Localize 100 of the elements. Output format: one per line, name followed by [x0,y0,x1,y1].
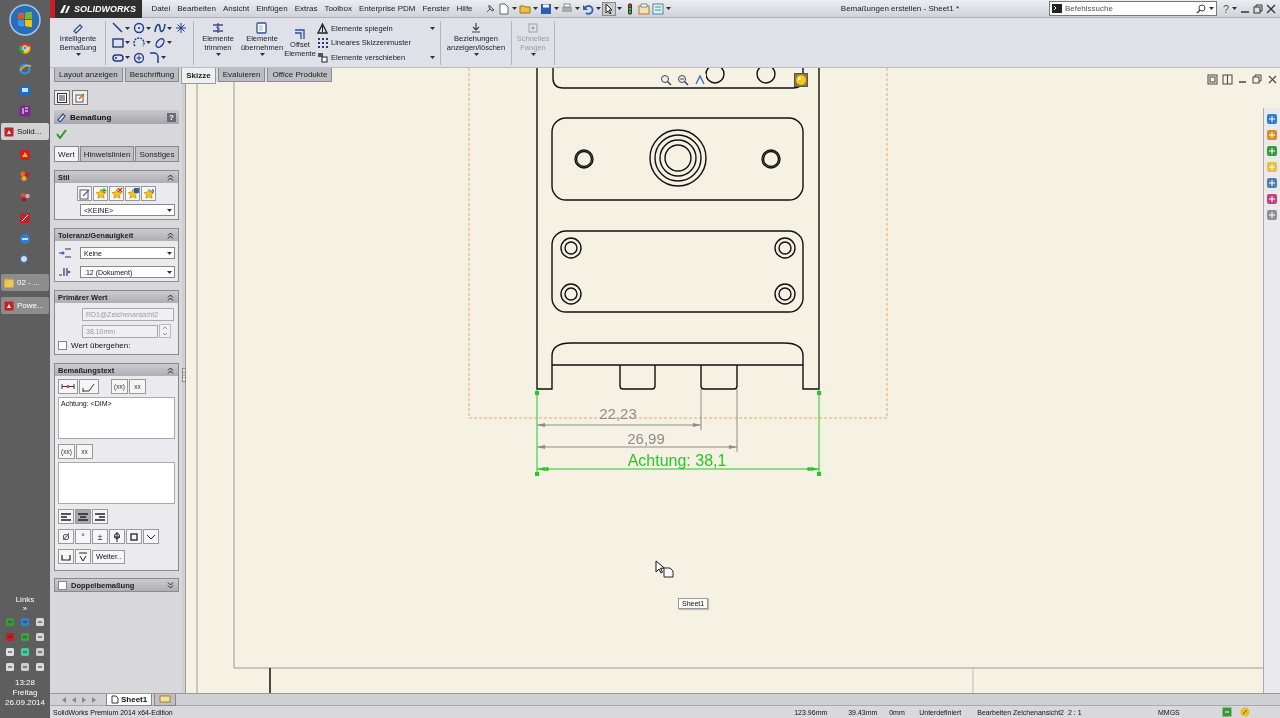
tray-icon[interactable] [35,662,45,672]
zoom-icon[interactable] [677,74,689,86]
search-icon[interactable] [1195,3,1206,14]
symbol-button[interactable] [143,529,159,544]
expand-icon[interactable] [167,581,174,589]
start-button[interactable] [9,4,41,36]
caret-icon[interactable] [146,41,151,45]
app-icon[interactable] [19,149,31,161]
menu-item[interactable]: Hilfe [453,4,477,13]
style-button[interactable] [109,186,124,201]
align-button[interactable] [75,509,91,524]
help-button[interactable]: ? [167,112,176,122]
symbol-button[interactable]: ± [92,529,108,544]
caret-icon[interactable] [167,270,172,274]
caret-icon[interactable] [75,53,81,56]
caret-icon[interactable] [430,56,435,60]
symbol-button[interactable]: ° [75,529,91,544]
task-pane-tab-icon[interactable] [1266,177,1278,189]
dimension-line[interactable] [536,388,702,431]
caret-icon[interactable] [512,7,518,10]
search-icon[interactable] [19,254,31,266]
menu-item[interactable]: Bearbeiten [173,4,220,13]
restore-icon[interactable] [1253,3,1263,14]
caret-icon[interactable] [596,7,602,10]
caret-icon[interactable] [167,251,172,255]
slot-icon[interactable] [112,51,124,64]
collapse-icon[interactable] [167,231,174,239]
tray-icon[interactable] [5,647,15,657]
caret-icon[interactable] [666,7,672,10]
app-icon[interactable] [19,233,31,245]
arc-icon[interactable] [133,37,145,49]
drag-handle[interactable] [535,472,539,476]
pin-icon[interactable] [484,2,497,15]
tray-icon[interactable] [20,647,30,657]
ellipse-icon[interactable] [154,37,166,49]
menu-item[interactable]: Einfügen [252,4,292,13]
splitter-handle[interactable] [182,368,186,382]
search-box[interactable]: Befehlssuche [1048,1,1217,16]
menu-item[interactable]: Ansicht [219,4,253,13]
polygon-icon[interactable] [133,51,145,64]
panel-tab[interactable]: Wert [54,146,79,161]
expand-chevron[interactable]: » [15,604,35,613]
symbol-button[interactable] [75,549,91,564]
line-icon[interactable] [112,22,124,35]
add-sheet-button[interactable] [154,693,177,706]
zoom-icon[interactable] [660,74,672,86]
caret-icon[interactable] [430,26,435,30]
task-pane-tab-icon[interactable] [1266,145,1278,157]
pointer-icon[interactable] [603,2,616,15]
search-field[interactable]: Befehlssuche [1064,4,1193,13]
taskbar-button[interactable]: Solid... [1,123,49,140]
tray-icon[interactable] [5,662,15,672]
collapse-icon[interactable] [167,173,174,181]
close-icon[interactable] [1266,3,1276,14]
style-button[interactable] [93,186,108,201]
add-value-button[interactable] [58,379,78,394]
tile-icon[interactable] [1222,74,1233,85]
caret-icon[interactable] [617,7,623,10]
notebook-icon[interactable] [19,105,31,117]
align-button[interactable] [92,509,108,524]
close-icon[interactable] [1267,74,1278,85]
menu-item[interactable]: Datei [148,4,174,13]
caret-icon[interactable] [533,7,539,10]
help-button[interactable]: ? [1222,2,1229,15]
drag-handle[interactable] [817,391,821,395]
style-button[interactable] [77,186,92,201]
undo-icon[interactable] [582,2,595,15]
sheet-tab[interactable]: Sheet1 [106,693,153,706]
caret-icon[interactable] [215,53,221,56]
status-icon[interactable] [1240,707,1250,717]
panel-tab[interactable]: Sonstiges [135,146,179,161]
browser-icon[interactable] [19,63,31,75]
menu-item[interactable]: Fenster [418,4,454,13]
menu-item[interactable]: Extras [291,4,321,13]
point-icon[interactable] [175,22,187,35]
caret-icon[interactable] [1208,7,1214,10]
view-icon[interactable] [694,74,706,86]
menu-item[interactable]: Enterprise PDM [355,4,419,13]
app-icon[interactable] [19,191,31,203]
tray-icon[interactable] [35,617,45,627]
drag-handle[interactable] [817,472,821,476]
ok-icon[interactable] [56,129,67,139]
caret-icon[interactable] [554,7,560,10]
caret-icon[interactable] [125,41,130,45]
style-button[interactable] [125,186,140,201]
collapse-icon[interactable] [167,366,174,374]
caret-icon[interactable] [575,7,581,10]
caret-icon[interactable] [125,56,130,60]
caret-icon[interactable] [167,208,172,212]
caret-icon[interactable] [125,26,130,30]
add-leader-button[interactable] [79,379,99,394]
save-icon[interactable] [540,2,553,15]
task-pane-tab-icon[interactable] [1266,193,1278,205]
tray-icon[interactable] [35,647,45,657]
part-drawing[interactable] [536,68,820,390]
command-tab[interactable]: Beschriftung [124,68,180,82]
caret-icon[interactable] [161,56,166,60]
circle-icon[interactable] [133,22,145,35]
caret-icon[interactable] [259,53,265,56]
panel-tab[interactable]: Hinweislinien [79,146,135,161]
